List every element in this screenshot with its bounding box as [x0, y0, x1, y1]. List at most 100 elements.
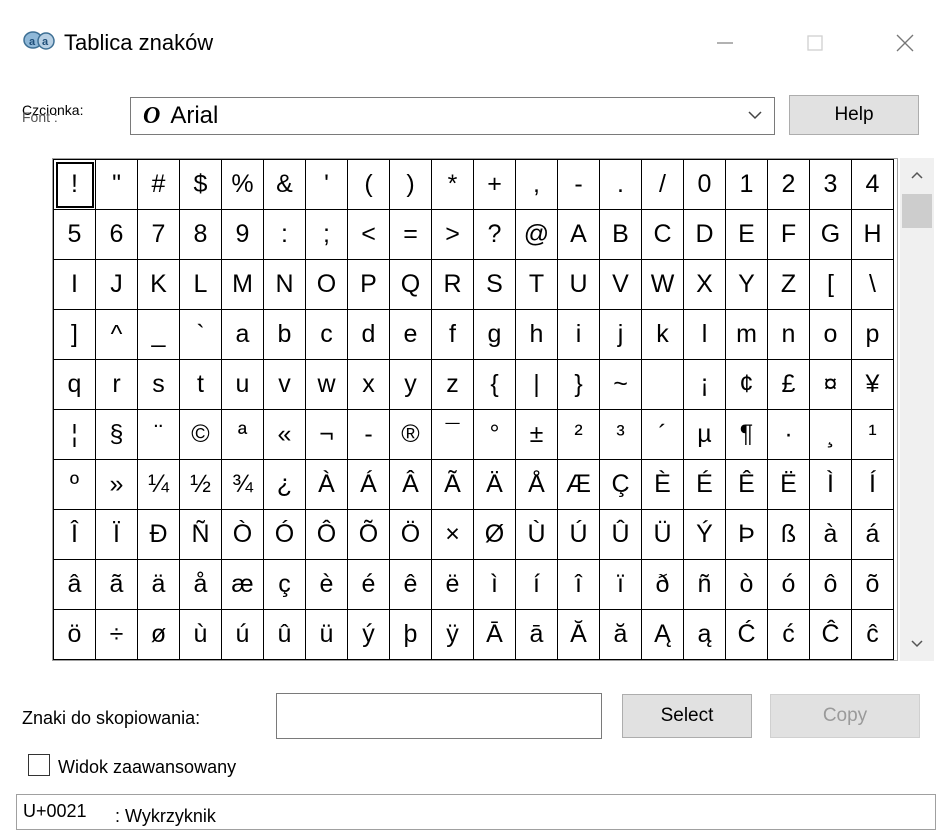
character-cell[interactable]: Ò: [222, 510, 264, 560]
character-cell[interactable]: x: [348, 360, 390, 410]
character-cell[interactable]: ¨: [138, 410, 180, 460]
character-cell[interactable]: ÷: [96, 610, 138, 660]
character-cell[interactable]: ð: [642, 560, 684, 610]
character-cell[interactable]: à: [810, 510, 852, 560]
character-cell[interactable]: &: [264, 160, 306, 210]
copy-button[interactable]: Copy: [770, 694, 920, 738]
character-cell[interactable]: ú: [222, 610, 264, 660]
character-cell[interactable]: Ð: [138, 510, 180, 560]
character-cell[interactable]: Þ: [726, 510, 768, 560]
character-cell[interactable]: µ: [684, 410, 726, 460]
character-cell[interactable]: |: [516, 360, 558, 410]
character-cell[interactable]: ~: [600, 360, 642, 410]
character-cell[interactable]: ó: [768, 560, 810, 610]
character-cell[interactable]: ü: [306, 610, 348, 660]
character-cell[interactable]: º: [54, 460, 96, 510]
character-cell[interactable]: Â: [390, 460, 432, 510]
character-cell[interactable]: Ć: [726, 610, 768, 660]
character-cell[interactable]: ù: [180, 610, 222, 660]
character-cell[interactable]: H: [852, 210, 894, 260]
character-cell[interactable]: Æ: [558, 460, 600, 510]
character-cell[interactable]: ß: [768, 510, 810, 560]
character-cell[interactable]: %: [222, 160, 264, 210]
minimize-button[interactable]: [700, 18, 750, 68]
character-cell[interactable]: ç: [264, 560, 306, 610]
character-cell[interactable]: 1: [726, 160, 768, 210]
character-cell[interactable]: À: [306, 460, 348, 510]
character-cell[interactable]: Á: [348, 460, 390, 510]
character-cell[interactable]: ©: [180, 410, 222, 460]
character-cell[interactable]: ë: [432, 560, 474, 610]
character-cell[interactable]: 5: [54, 210, 96, 260]
character-cell[interactable]: ?: [474, 210, 516, 260]
character-cell[interactable]: o: [810, 310, 852, 360]
character-cell[interactable]: æ: [222, 560, 264, 610]
character-cell[interactable]: É: [684, 460, 726, 510]
character-cell[interactable]: B: [600, 210, 642, 260]
character-cell[interactable]: ": [96, 160, 138, 210]
character-cell[interactable]: J: [96, 260, 138, 310]
character-cell[interactable]: 6: [96, 210, 138, 260]
character-cell[interactable]: Ô: [306, 510, 348, 560]
character-cell[interactable]: z: [432, 360, 474, 410]
character-cell[interactable]: í: [516, 560, 558, 610]
character-cell[interactable]: Õ: [348, 510, 390, 560]
character-cell[interactable]: Ï: [96, 510, 138, 560]
character-cell[interactable]: =: [390, 210, 432, 260]
character-cell[interactable]: ¦: [54, 410, 96, 460]
character-cell[interactable]: Ã: [432, 460, 474, 510]
scroll-down-button[interactable]: [900, 627, 934, 661]
character-cell[interactable]: F: [768, 210, 810, 260]
character-cell[interactable]: ¬: [306, 410, 348, 460]
character-cell[interactable]: Q: [390, 260, 432, 310]
character-cell[interactable]: Ą: [642, 610, 684, 660]
character-cell[interactable]: s: [138, 360, 180, 410]
character-cell[interactable]: þ: [390, 610, 432, 660]
character-cell[interactable]: \: [852, 260, 894, 310]
character-cell[interactable]: Ñ: [180, 510, 222, 560]
character-cell[interactable]: 0: [684, 160, 726, 210]
character-cell[interactable]: Í: [852, 460, 894, 510]
character-cell[interactable]: Ĉ: [810, 610, 852, 660]
character-cell[interactable]: ā: [516, 610, 558, 660]
character-cell[interactable]: ¸: [810, 410, 852, 460]
character-cell[interactable]: ø: [138, 610, 180, 660]
character-cell[interactable]: d: [348, 310, 390, 360]
character-cell[interactable]: ,: [516, 160, 558, 210]
character-cell[interactable]: Ä: [474, 460, 516, 510]
character-cell[interactable]: v: [264, 360, 306, 410]
character-cell[interactable]: ;: [306, 210, 348, 260]
character-cell[interactable]: Î: [54, 510, 96, 560]
character-cell[interactable]: ª: [222, 410, 264, 460]
character-cell[interactable]: k: [642, 310, 684, 360]
character-cell[interactable]: Ç: [600, 460, 642, 510]
character-cell[interactable]: l: [684, 310, 726, 360]
character-cell[interactable]: ¾: [222, 460, 264, 510]
character-cell[interactable]: Ì: [810, 460, 852, 510]
character-cell[interactable]: ä: [138, 560, 180, 610]
character-cell[interactable]: p: [852, 310, 894, 360]
character-cell[interactable]: î: [558, 560, 600, 610]
character-cell[interactable]: }: [558, 360, 600, 410]
character-cell[interactable]: w: [306, 360, 348, 410]
character-cell[interactable]: û: [264, 610, 306, 660]
character-cell[interactable]: {: [474, 360, 516, 410]
character-cell[interactable]: A: [558, 210, 600, 260]
character-cell[interactable]: G: [810, 210, 852, 260]
character-cell[interactable]: g: [474, 310, 516, 360]
advanced-view-checkbox[interactable]: [28, 754, 50, 776]
character-cell[interactable]: -: [558, 160, 600, 210]
character-cell[interactable]: Ê: [726, 460, 768, 510]
character-cell[interactable]: Û: [600, 510, 642, 560]
character-cell[interactable]: j: [600, 310, 642, 360]
character-cell[interactable]: ¯: [432, 410, 474, 460]
character-cell[interactable]: 2: [768, 160, 810, 210]
character-cell[interactable]: ·: [768, 410, 810, 460]
character-cell[interactable]: ^: [96, 310, 138, 360]
character-cell[interactable]: b: [264, 310, 306, 360]
character-cell[interactable]: ì: [474, 560, 516, 610]
character-cell[interactable]: C: [642, 210, 684, 260]
character-cell[interactable]: £: [768, 360, 810, 410]
character-cell[interactable]: ö: [54, 610, 96, 660]
character-cell[interactable]: Ú: [558, 510, 600, 560]
